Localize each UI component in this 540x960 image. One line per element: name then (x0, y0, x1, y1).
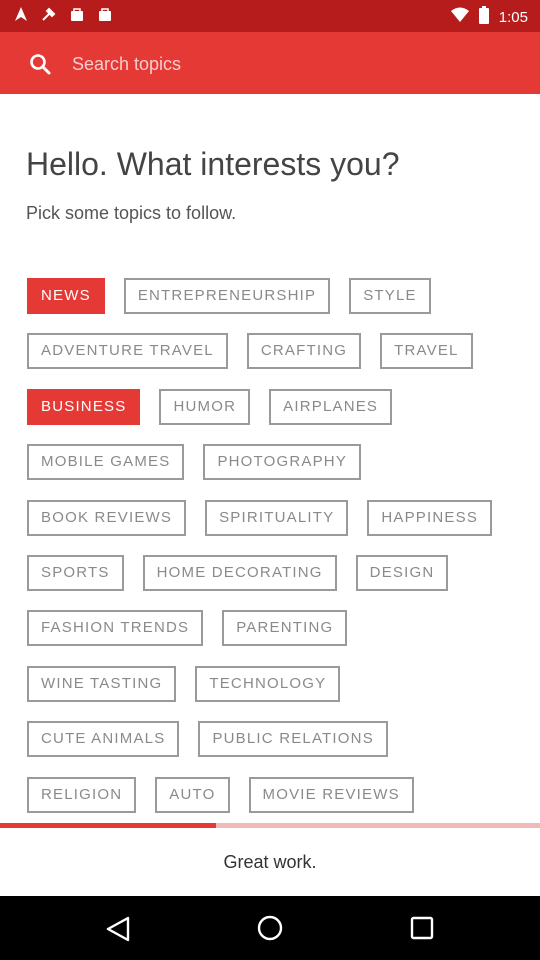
page-subtitle: Pick some topics to follow. (26, 203, 237, 223)
status-right: 1:05 (450, 6, 528, 29)
navigation-icon (12, 6, 30, 24)
status-bar: 1:05 (0, 0, 540, 32)
bag-icon (68, 6, 86, 24)
topic-chip-list: NEWS ENTREPRENEURSHIP STYLE ADVENTURE TRAVE… (27, 278, 527, 832)
topic-row: BOOK REVIEWS SPIRITUALITY HAPPINESS (27, 499, 527, 536)
battery-icon (478, 6, 489, 29)
topic-chip-sports[interactable]: SPORTS (27, 554, 124, 591)
topic-chip-happiness[interactable]: HAPPINESS (367, 499, 493, 536)
topic-row: FASHION TRENDS PARENTING (27, 610, 527, 647)
topic-chip-cute-animals[interactable]: CUTE ANIMALS (27, 721, 180, 758)
status-time: 1:05 (498, 8, 528, 26)
topic-chip-home-decorating[interactable]: HOME DECORATING (142, 554, 337, 591)
topic-chip-adventure-travel[interactable]: ADVENTURE TRAVEL (27, 333, 228, 370)
topic-row: BUSINESS HUMOR AIRPLANES (27, 388, 527, 425)
topic-chip-wine-tasting[interactable]: WINE TASTING (27, 665, 177, 702)
home-icon[interactable] (256, 914, 284, 942)
topic-chip-public-relations[interactable]: PUBLIC RELATIONS (198, 721, 388, 758)
status-left-icons (12, 6, 114, 24)
recent-apps-icon[interactable] (410, 916, 434, 940)
topic-chip-design[interactable]: DESIGN (355, 554, 449, 591)
bag-icon (96, 6, 114, 24)
page-title: Hello. What interests you? (26, 146, 400, 182)
topic-row: CUTE ANIMALS PUBLIC RELATIONS (27, 721, 527, 758)
topic-row: MOBILE GAMES PHOTOGRAPHY (27, 444, 527, 481)
topic-chip-book-reviews[interactable]: BOOK REVIEWS (27, 499, 187, 536)
topic-chip-travel[interactable]: TRAVEL (380, 333, 473, 370)
topic-chip-movie-reviews[interactable]: MOVIE REVIEWS (248, 776, 414, 813)
topic-chip-photography[interactable]: PHOTOGRAPHY (203, 444, 362, 481)
search-input[interactable] (70, 44, 514, 84)
topic-row: SPORTS HOME DECORATING DESIGN (27, 554, 527, 591)
topic-row: WINE TASTING TECHNOLOGY (27, 665, 527, 702)
wifi-icon (450, 7, 469, 28)
topic-chip-airplanes[interactable]: AIRPLANES (269, 388, 393, 425)
topic-chip-style[interactable]: STYLE (349, 278, 431, 314)
topic-row: NEWS ENTREPRENEURSHIP STYLE (27, 278, 527, 314)
footer: Great work. (0, 828, 540, 896)
back-icon[interactable] (104, 916, 132, 942)
topic-chip-technology[interactable]: TECHNOLOGY (195, 665, 341, 702)
topic-chip-auto[interactable]: AUTO (155, 776, 230, 813)
topic-row: ADVENTURE TRAVEL CRAFTING TRAVEL (27, 333, 527, 370)
topic-row: RELIGION AUTO MOVIE REVIEWS (27, 776, 527, 813)
topic-chip-humor[interactable]: HUMOR (159, 388, 251, 425)
search-bar (0, 32, 540, 94)
topic-chip-parenting[interactable]: PARENTING (222, 610, 348, 647)
topic-chip-entrepreneurship[interactable]: ENTREPRENEURSHIP (123, 278, 331, 314)
topic-chip-religion[interactable]: RELIGION (27, 776, 137, 813)
topic-chip-business[interactable]: BUSINESS (27, 388, 141, 425)
topic-chip-fashion-trends[interactable]: FASHION TRENDS (27, 610, 204, 647)
footer-message: Great work. (223, 852, 317, 872)
topic-chip-crafting[interactable]: CRAFTING (246, 333, 362, 370)
search-icon[interactable] (28, 52, 52, 76)
nav-bar (0, 896, 540, 960)
topic-chip-spirituality[interactable]: SPIRITUALITY (205, 499, 349, 536)
topic-chip-mobile-games[interactable]: MOBILE GAMES (27, 444, 185, 481)
topic-chip-news[interactable]: NEWS (27, 278, 105, 314)
tool-icon (40, 6, 58, 24)
